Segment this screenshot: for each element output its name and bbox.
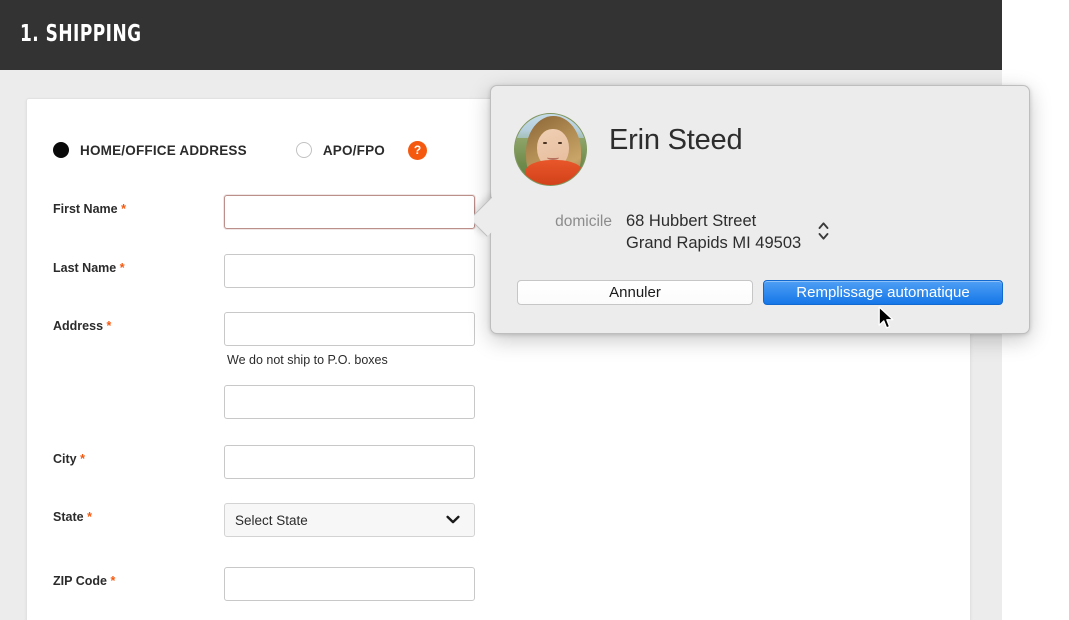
radio-unselected-icon — [295, 142, 312, 158]
label-address: Address * — [53, 319, 111, 333]
address-helper-note: We do not ship to P.O. boxes — [227, 353, 388, 367]
field-row-address-line2 — [27, 385, 970, 419]
page-title: 1. SHIPPING — [20, 21, 142, 47]
autofill-button[interactable]: Remplissage automatique — [763, 280, 1003, 305]
address-type-radio-row: HOME/OFFICE ADDRESS APO/FPO ? — [53, 140, 427, 160]
radio-apo-fpo[interactable]: APO/FPO — [295, 142, 385, 158]
label-city-text: City — [53, 452, 77, 466]
required-marker: * — [121, 202, 126, 216]
radio-home-office-label: HOME/OFFICE ADDRESS — [80, 142, 247, 158]
question-mark-icon[interactable]: ? — [407, 140, 427, 160]
radio-selected-icon — [53, 142, 69, 158]
label-zip-code-text: ZIP Code — [53, 574, 107, 588]
label-last-name: Last Name * — [53, 261, 125, 275]
state-select[interactable]: Select State — [224, 503, 475, 537]
field-row-state: State * Select State — [27, 503, 970, 537]
required-marker: * — [110, 574, 116, 588]
required-marker: * — [119, 261, 125, 275]
cancel-button[interactable]: Annuler — [517, 280, 753, 305]
address-kind-label: domicile — [555, 213, 612, 230]
address-lines: 68 Hubbert Street Grand Rapids MI 49503 — [626, 210, 801, 254]
chevron-down-icon — [446, 513, 460, 528]
shipping-section-header: 1. SHIPPING — [0, 0, 1002, 70]
label-address-text: Address — [53, 319, 104, 333]
label-city: City * — [53, 452, 85, 466]
help-icon-glyph: ? — [413, 143, 422, 157]
address-line2-input[interactable] — [224, 385, 475, 419]
label-state-text: State — [53, 510, 84, 524]
address-line-1: 68 Hubbert Street — [626, 212, 757, 230]
label-state: State * — [53, 510, 92, 524]
label-zip-code: ZIP Code * — [53, 574, 115, 588]
required-marker: * — [106, 319, 112, 333]
field-row-zip-code: ZIP Code * — [27, 567, 970, 601]
zip-code-input[interactable] — [224, 567, 475, 601]
avatar — [514, 113, 587, 186]
label-first-name: First Name * — [53, 202, 126, 216]
label-last-name-text: Last Name — [53, 261, 117, 275]
contact-name: Erin Steed — [609, 124, 743, 156]
address-line1-input[interactable] — [224, 312, 475, 346]
required-marker: * — [80, 452, 85, 466]
field-row-city: City * — [27, 445, 970, 479]
city-input[interactable] — [224, 445, 475, 479]
state-select-value: Select State — [235, 512, 308, 528]
last-name-input[interactable] — [224, 254, 475, 288]
radio-apo-fpo-label: APO/FPO — [322, 142, 385, 158]
screenshot-root: 1. SHIPPING HOME/OFFICE ADDRESS APO/FPO … — [0, 0, 1069, 620]
required-marker: * — [87, 510, 92, 524]
first-name-input[interactable] — [224, 195, 475, 229]
contact-address-row[interactable]: domicile 68 Hubbert Street Grand Rapids … — [516, 210, 830, 254]
autofill-popover: Erin Steed domicile 68 Hubbert Street Gr… — [490, 85, 1030, 334]
radio-home-office-address[interactable]: HOME/OFFICE ADDRESS — [53, 142, 247, 158]
popover-pointer — [474, 190, 492, 240]
address-line-2: Grand Rapids MI 49503 — [626, 234, 802, 252]
label-first-name-text: First Name — [53, 202, 118, 216]
up-down-chevron-icon[interactable] — [817, 210, 830, 247]
